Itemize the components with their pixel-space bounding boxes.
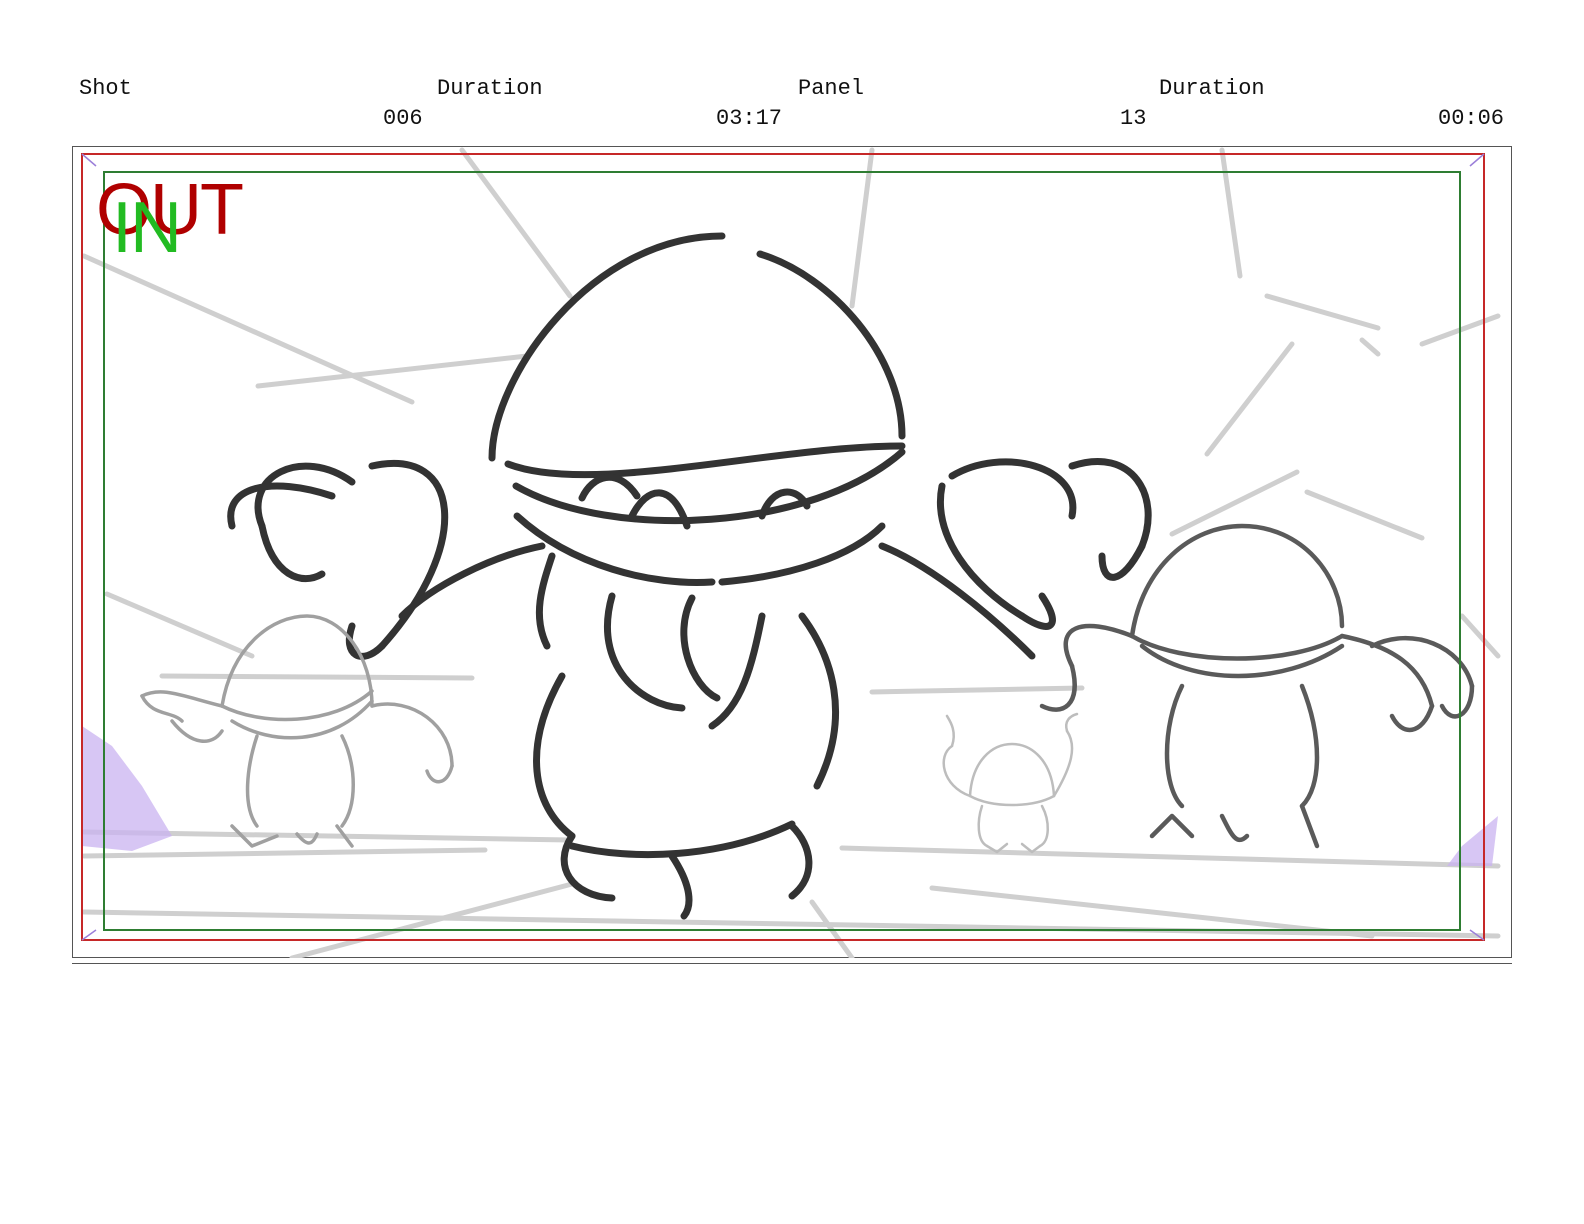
shot-duration-value: 03:17 — [716, 106, 783, 131]
background-sketch — [81, 147, 1501, 958]
left-background-creature — [140, 614, 454, 848]
panel-bottom-rule — [72, 963, 1512, 964]
shot-number: 006 — [383, 106, 423, 131]
storyboard-panel-drawing — [81, 147, 1501, 958]
panel-number: 13 — [1120, 106, 1147, 131]
panel-duration-value: 00:06 — [1438, 106, 1505, 131]
far-background-creature — [942, 712, 1079, 854]
frame-guides — [81, 153, 1485, 941]
camera-corner-marks — [82, 726, 1498, 866]
shot-label: Shot — [79, 76, 132, 101]
shot-duration-label: Duration — [437, 76, 543, 101]
panel-label: Panel — [798, 76, 865, 101]
in-tag: IN — [112, 188, 182, 268]
main-creature — [227, 232, 1152, 920]
panel-duration-label: Duration — [1159, 76, 1265, 101]
